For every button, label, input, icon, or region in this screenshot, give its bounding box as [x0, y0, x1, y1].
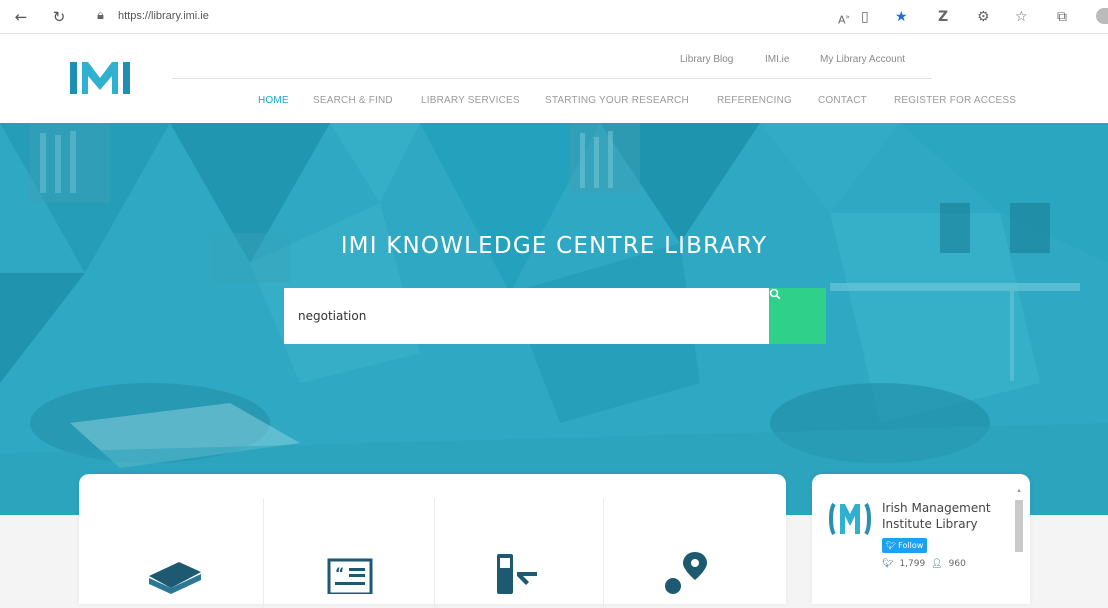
refresh-icon[interactable]: ↻ — [50, 8, 68, 26]
feature-panel: “ — [79, 474, 786, 608]
feature-divider — [603, 498, 604, 608]
search-input[interactable] — [284, 288, 770, 344]
hero-title: IMI KNOWLEDGE CENTRE LIBRARY — [340, 233, 768, 259]
top-link-my-library-account[interactable]: My Library Account — [820, 54, 905, 65]
nav-search-find[interactable]: SEARCH & FIND — [313, 95, 393, 106]
twitter-account-name[interactable]: Irish Management Institute Library — [882, 500, 1007, 532]
nav-starting-your-research[interactable]: STARTING YOUR RESEARCH — [545, 95, 689, 106]
imi-logo[interactable] — [70, 60, 130, 96]
svg-text:“: “ — [335, 566, 344, 582]
top-link-imi[interactable]: IMI.ie — [765, 54, 789, 65]
header-divider — [172, 78, 932, 79]
location-icon[interactable] — [663, 550, 707, 594]
read-aloud-icon[interactable]: A» — [838, 8, 850, 30]
nav-referencing[interactable]: REFERENCING — [717, 95, 792, 106]
nav-register-for-access[interactable]: REGISTER FOR ACCESS — [894, 95, 1016, 106]
imi-twitter-avatar[interactable] — [828, 502, 872, 536]
twitter-follow-label: Follow — [898, 541, 924, 550]
followers-icon: 👤︎ — [931, 559, 943, 569]
extension-icon[interactable]: Z — [938, 8, 948, 26]
followers-count: 960 — [948, 559, 966, 569]
feature-divider — [434, 498, 435, 608]
reader-view-icon[interactable]: ▯ — [861, 8, 869, 26]
site-header: Library Blog IMI.ie My Library Account H… — [0, 34, 1108, 123]
collections-icon[interactable]: ⧉ — [1057, 8, 1067, 26]
nav-contact[interactable]: CONTACT — [818, 95, 867, 106]
tweets-icon: 🐦︎ — [882, 559, 894, 569]
twitter-bird-icon: 🐦︎ — [886, 541, 897, 550]
nav-library-services[interactable]: LIBRARY SERVICES — [421, 95, 520, 106]
hero-banner: IMI KNOWLEDGE CENTRE LIBRARY — [0, 123, 1108, 515]
feature-divider — [263, 498, 264, 608]
device-icon[interactable] — [495, 554, 541, 594]
twitter-widget: Irish Management Institute Library 🐦︎ Fo… — [812, 474, 1030, 604]
search-icon — [769, 288, 781, 300]
twitter-stats: 🐦︎ 1,799 👤︎ 960 — [882, 559, 966, 569]
twitter-follow-button[interactable]: 🐦︎ Follow — [882, 538, 928, 553]
profile-icon[interactable] — [1096, 8, 1108, 24]
favorite-star-icon[interactable]: ★ — [895, 8, 908, 26]
browser-toolbar: ← ↻ 🔒︎ https://library.imi.ie A» ▯ ★ Z ⚙… — [0, 0, 1108, 34]
books-icon[interactable] — [145, 554, 203, 594]
scrollbar-thumb[interactable] — [1015, 500, 1023, 552]
news-icon[interactable]: “ — [327, 554, 373, 594]
nav-home[interactable]: HOME — [258, 95, 289, 106]
back-icon[interactable]: ← — [12, 8, 30, 26]
favorites-list-icon[interactable]: ☆ — [1015, 8, 1028, 26]
tweets-count: 1,799 — [899, 559, 926, 569]
address-bar[interactable]: https://library.imi.ie — [118, 10, 209, 22]
search-button[interactable] — [769, 288, 826, 344]
lock-icon[interactable]: 🔒︎ — [97, 8, 104, 23]
extensions-puzzle-icon[interactable]: ⚙ — [977, 8, 990, 26]
scroll-up-icon[interactable]: ▲ — [1016, 488, 1022, 494]
top-link-library-blog[interactable]: Library Blog — [680, 54, 733, 65]
